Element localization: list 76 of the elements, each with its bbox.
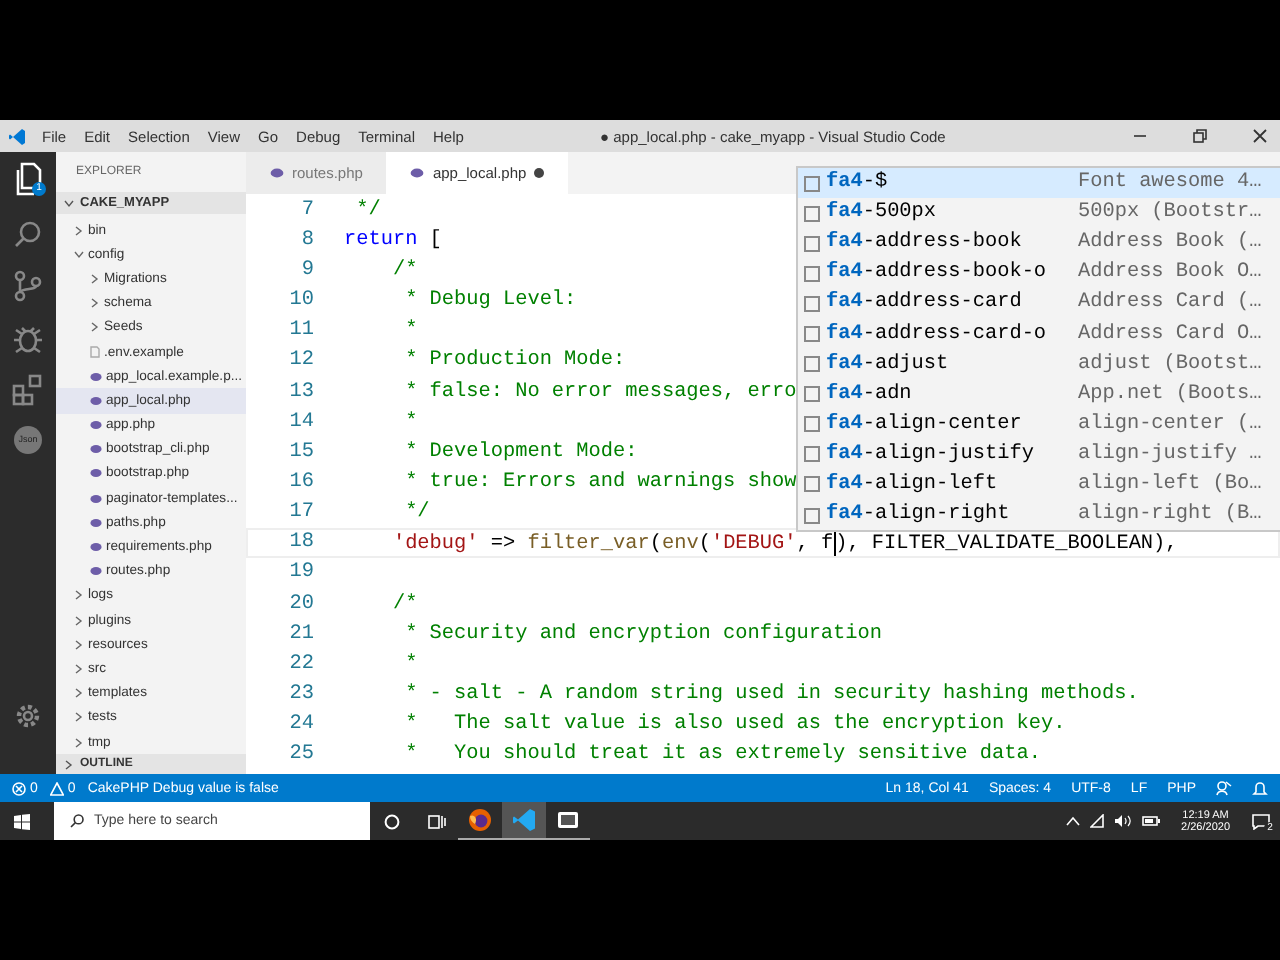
line-number: 15 (287, 441, 314, 464)
suggestion-item[interactable]: fa4-align-justify align-justify … (798, 439, 1280, 470)
bell-icon[interactable] (1252, 780, 1268, 796)
line-number: 23 (287, 684, 314, 707)
task-view-icon[interactable] (427, 813, 445, 829)
code-line: * (403, 411, 418, 434)
line-number: 22 (287, 653, 314, 676)
line-number: 14 (287, 411, 314, 434)
search-icon (70, 814, 84, 828)
battery-icon[interactable] (1141, 816, 1160, 826)
code-line: /* (390, 593, 418, 616)
suggestion-item[interactable]: fa4-500px 500px (Bootstr… (798, 198, 1280, 229)
settings-icon[interactable] (14, 702, 42, 730)
line-number: 11 (287, 320, 314, 343)
code-line: * You should treat it as extremely sensitive data. (403, 744, 1041, 767)
line-number: 24 (287, 714, 314, 737)
line-number: 25 (287, 744, 314, 767)
network-icon[interactable] (1089, 814, 1104, 828)
files-icon[interactable] (12, 162, 44, 198)
chevron-down-icon (64, 199, 74, 207)
search-icon[interactable] (12, 218, 44, 250)
notification-icon[interactable] (1252, 813, 1270, 829)
chevron-up-icon[interactable] (1065, 816, 1080, 826)
windows-start-icon[interactable] (14, 813, 30, 829)
code-line: * false: No error messages, erro (403, 381, 797, 404)
line-number: 7 (299, 199, 314, 222)
line-number: 16 (287, 471, 314, 494)
code-line: * (403, 320, 418, 343)
suggestion-item[interactable]: fa4-address-card Address Card (… (798, 288, 1280, 319)
suggestion-item[interactable]: fa4-align-left align-left (Bo… (798, 469, 1280, 501)
line-number: 10 (287, 290, 314, 313)
code-line: return [ (344, 229, 442, 252)
window-icon (556, 808, 580, 832)
line-number: 20 (287, 593, 314, 616)
line-number: 19 (287, 562, 314, 585)
suggestion-item[interactable]: fa4-address-card-o Address Card O… (798, 318, 1280, 350)
line-number: 12 (287, 350, 314, 373)
code-line: * (403, 653, 418, 676)
line-number: 9 (299, 259, 314, 282)
line-number: 17 (287, 502, 314, 525)
file-icon (90, 346, 100, 359)
bug-icon[interactable] (12, 322, 44, 354)
suggestion-item[interactable]: fa4-address-book-o Address Book O… (798, 258, 1280, 289)
code-line: * true: Errors and warnings show (403, 471, 797, 494)
source-control-icon[interactable] (12, 270, 44, 302)
code-line: */ (354, 199, 381, 222)
code-line: /* (390, 259, 418, 282)
code-line: * Debug Level: (403, 290, 577, 313)
suggestion-item[interactable]: fa4-adjust adjust (Bootst… (798, 349, 1280, 380)
suggestion-item[interactable]: fa4-align-center align-center (… (798, 409, 1280, 440)
circle-icon[interactable] (384, 813, 400, 829)
code-line: */ (403, 502, 430, 525)
warning-icon[interactable] (49, 781, 64, 795)
line-number: 13 (287, 381, 314, 404)
suggestion-item[interactable]: fa4-address-book Address Book (… (798, 228, 1280, 259)
feedback-icon[interactable] (1216, 780, 1232, 796)
code-line: * Production Mode: (403, 350, 626, 373)
suggestion-item[interactable]: fa4-align-right align-right (B… (798, 500, 1280, 531)
error-icon[interactable] (12, 781, 26, 795)
code-line: 'debug' => filter_var(env('DEBUG', f), FILTER_VALIDATE_BOOLEAN), (390, 530, 1178, 557)
chevron-right-icon (64, 759, 74, 769)
line-number: 18 (287, 532, 314, 555)
code-line: * The salt value is also used as the encryption key. (403, 714, 1066, 737)
fox-globe-icon (468, 808, 492, 832)
code-line: * - salt - A random string used in security hashing methods. (403, 684, 1139, 707)
extensions-icon[interactable] (12, 374, 44, 406)
restore-icon[interactable] (1192, 128, 1208, 144)
close-icon[interactable] (1252, 128, 1268, 144)
suggestion-item[interactable]: fa4-$ Font awesome 4… (798, 168, 1280, 199)
line-number: 8 (299, 229, 314, 252)
code-editor-icon (512, 808, 536, 832)
volume-icon[interactable] (1113, 814, 1132, 828)
suggestion-item[interactable]: fa4-adn App.net (Boots… (798, 379, 1280, 410)
code-line: * Security and encryption configuration (403, 623, 882, 646)
line-number: 21 (287, 623, 314, 646)
code-line: * Development Mode: (403, 441, 638, 464)
